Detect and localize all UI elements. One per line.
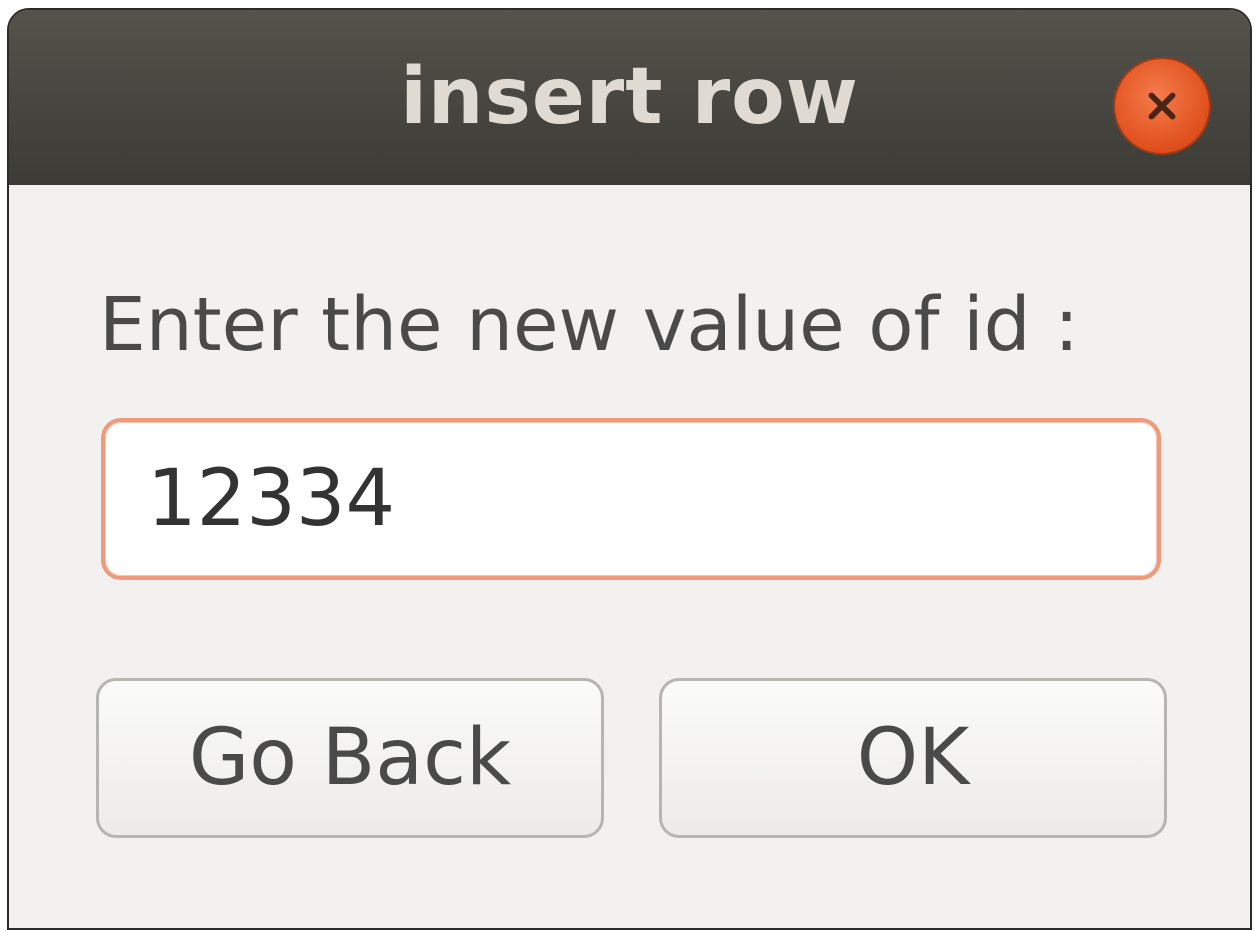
id-input[interactable]: [101, 418, 1161, 580]
go-back-button[interactable]: Go Back: [96, 678, 604, 838]
id-prompt-label: Enter the new value of id :: [99, 282, 1080, 368]
close-button[interactable]: [1113, 57, 1211, 155]
close-icon: [1148, 92, 1176, 120]
dialog-title: insert row: [400, 52, 859, 142]
insert-row-dialog: insert row Enter the new value of id : G…: [9, 10, 1250, 928]
ok-button[interactable]: OK: [659, 678, 1167, 838]
title-bar[interactable]: insert row: [9, 10, 1250, 185]
